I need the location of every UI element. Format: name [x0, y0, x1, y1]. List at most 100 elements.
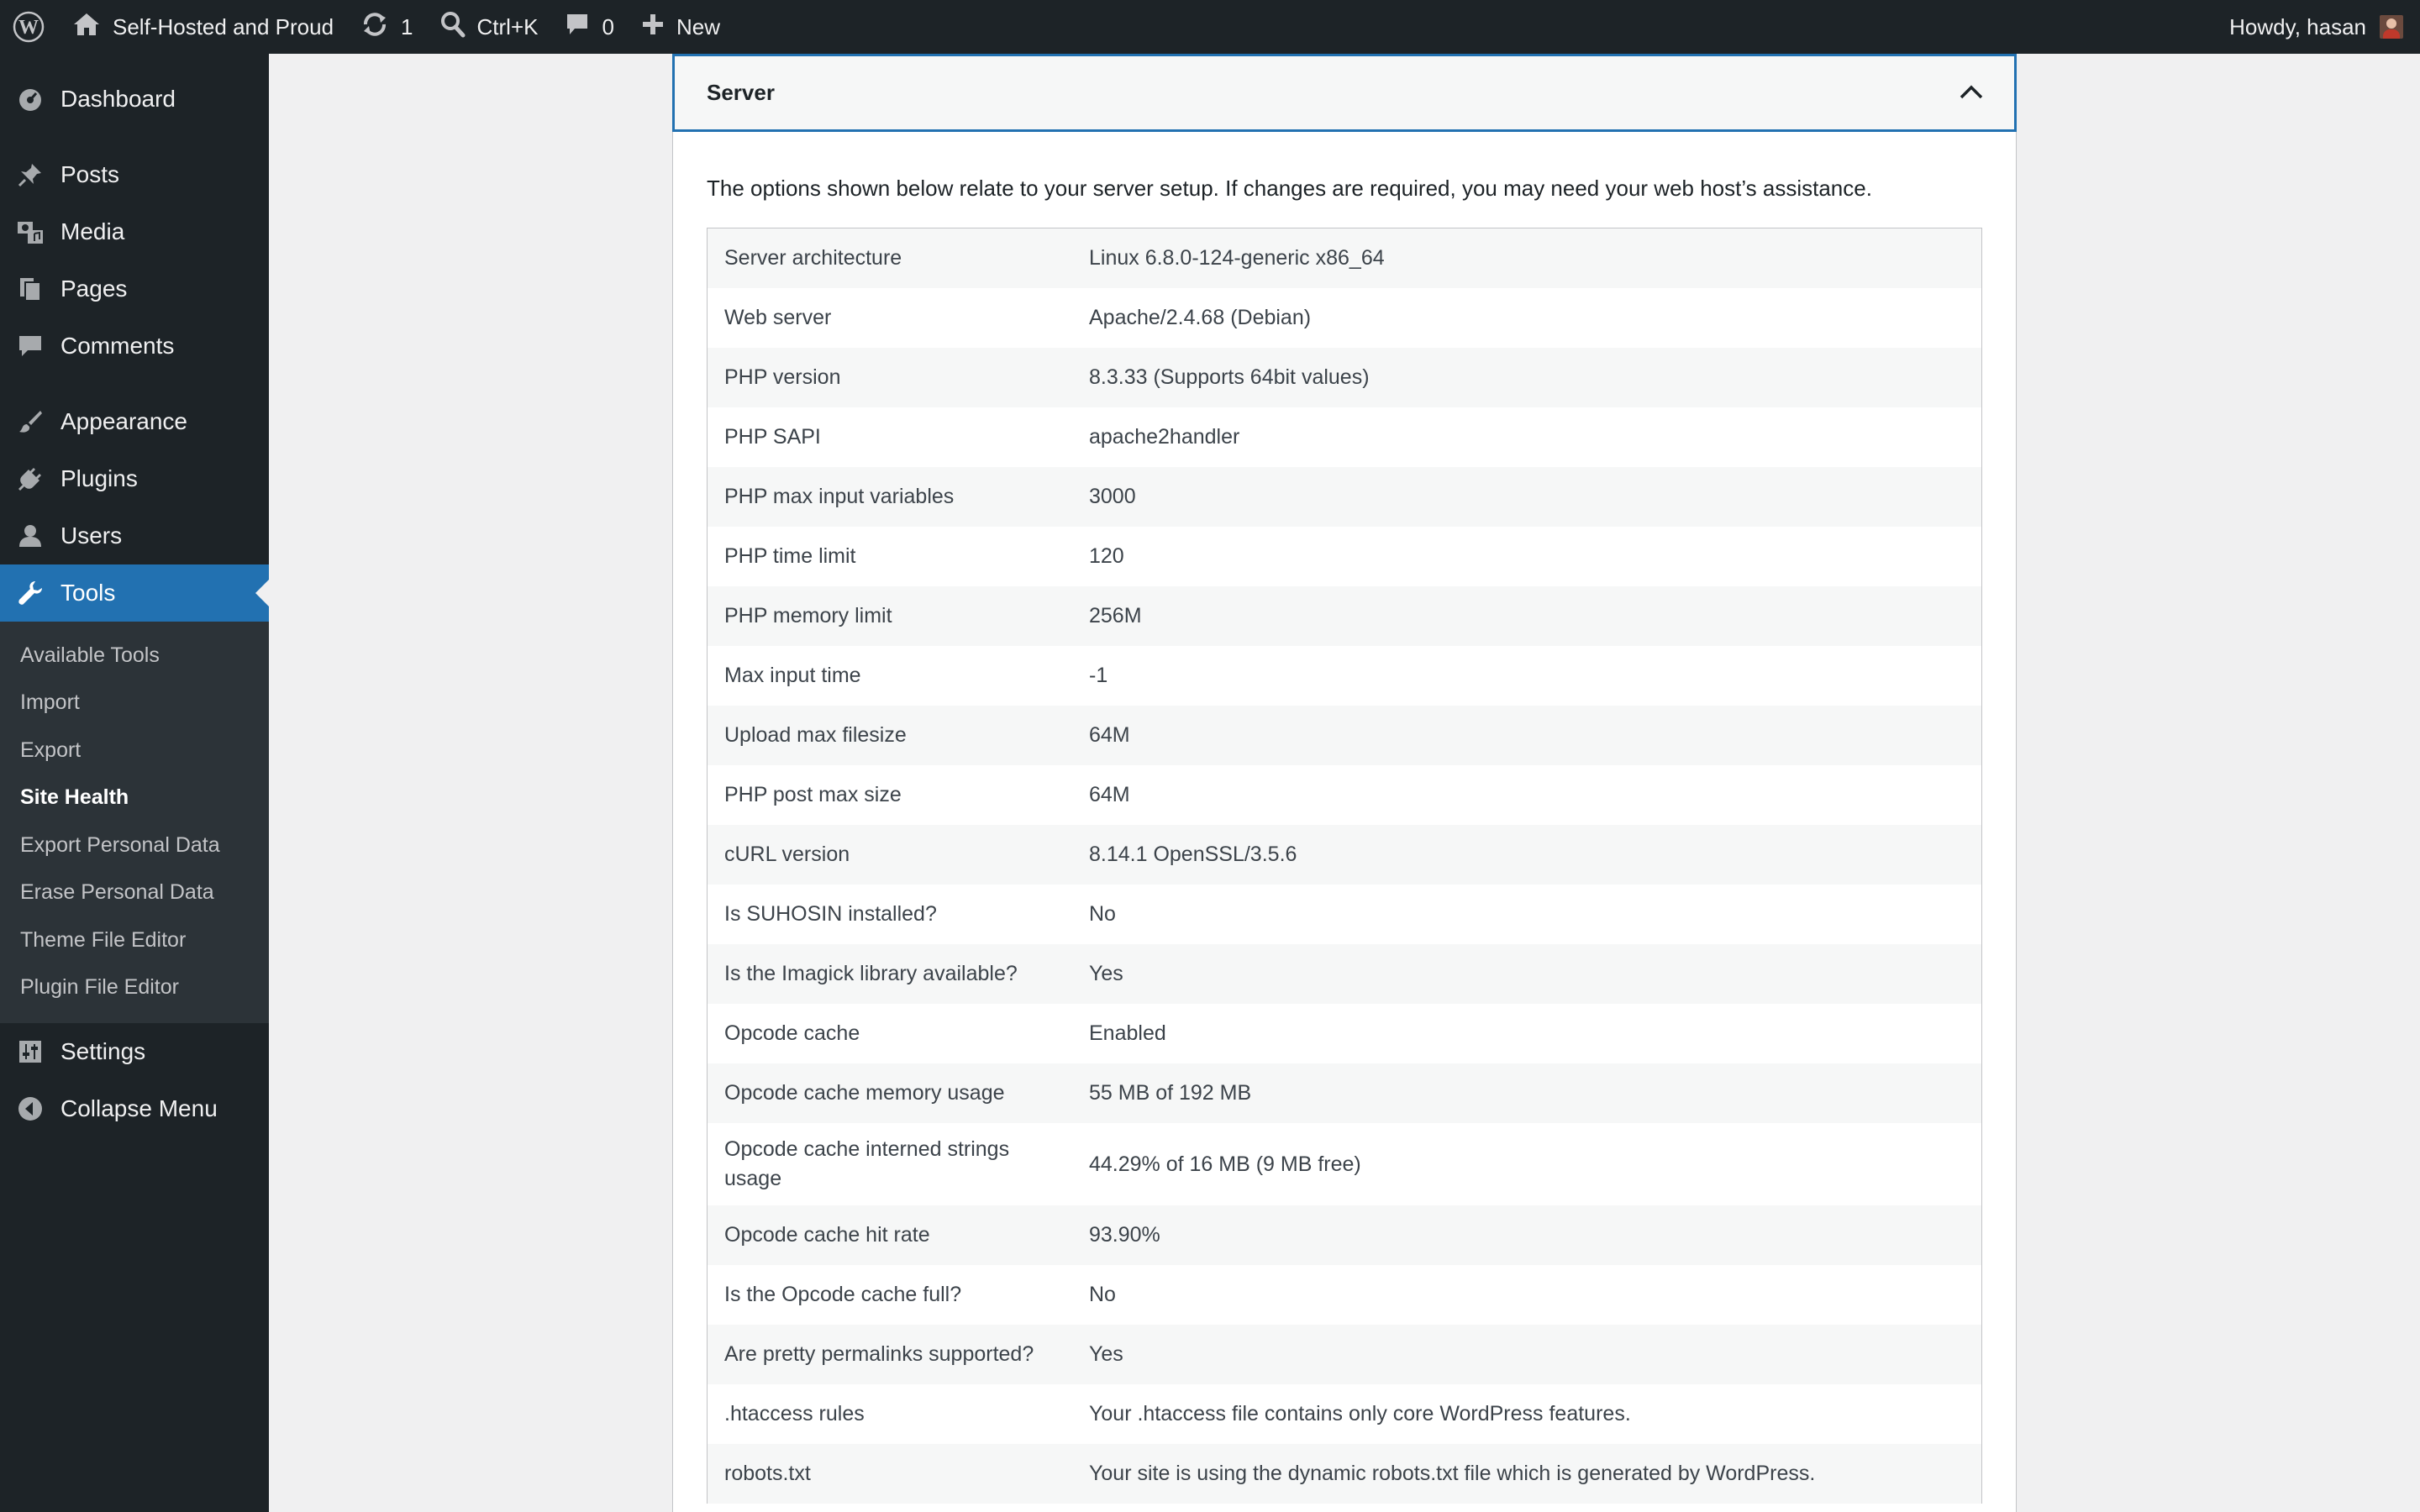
- menu-label-comments: Comments: [60, 333, 175, 359]
- table-row: cURL version 8.14.1 OpenSSL/3.5.6: [708, 825, 1981, 885]
- server-info-table: Server architecture Linux 6.8.0-124-gener…: [707, 228, 1982, 1504]
- row-label: Is the Opcode cache full?: [724, 1283, 962, 1306]
- row-label: PHP post max size: [724, 783, 902, 806]
- table-row: Upload max filesize 64M: [708, 706, 1981, 765]
- menu-label-dashboard: Dashboard: [60, 86, 176, 112]
- new-label: New: [676, 13, 720, 39]
- row-value: No: [1089, 1283, 1116, 1306]
- submenu-erase-personal-data[interactable]: Erase Personal Data: [0, 869, 269, 917]
- menu-label-pages: Pages: [60, 276, 128, 302]
- menu-item-appearance[interactable]: Appearance: [0, 393, 269, 450]
- table-row: Server architecture Linux 6.8.0-124-gener…: [708, 228, 1981, 288]
- row-label: robots.txt: [724, 1462, 811, 1485]
- submenu-export-personal-data[interactable]: Export Personal Data: [0, 822, 269, 869]
- row-label: Max input time: [724, 664, 861, 687]
- site-health-info-panel: Server The options shown below relate to…: [672, 54, 2285, 1512]
- row-label: PHP memory limit: [724, 604, 892, 627]
- menu-item-posts[interactable]: Posts: [0, 146, 269, 203]
- new-content-link[interactable]: New: [628, 0, 734, 54]
- submenu-export[interactable]: Export: [0, 727, 269, 774]
- row-value: Yes: [1089, 1342, 1123, 1366]
- menu-item-tools[interactable]: Tools: [0, 564, 269, 622]
- plug-icon: [15, 464, 45, 494]
- table-row: robots.txt Your site is using the dynamic…: [708, 1444, 1981, 1504]
- submenu-plugin-file-editor[interactable]: Plugin File Editor: [0, 964, 269, 1012]
- collapse-menu-button[interactable]: Collapse Menu: [0, 1080, 269, 1137]
- server-accordion-panel: The options shown below relate to your s…: [672, 132, 2017, 1512]
- row-label: PHP version: [724, 365, 841, 389]
- row-value: 44.29% of 16 MB (9 MB free): [1089, 1152, 1361, 1176]
- table-row: PHP post max size 64M: [708, 765, 1981, 825]
- row-value: Your site is using the dynamic robots.tx…: [1089, 1462, 1816, 1485]
- table-row: Web server Apache/2.4.68 (Debian): [708, 288, 1981, 348]
- row-label: PHP SAPI: [724, 425, 821, 449]
- menu-item-users[interactable]: Users: [0, 507, 269, 564]
- table-row: PHP version 8.3.33 (Supports 64bit values…: [708, 348, 1981, 407]
- row-value: 256M: [1089, 604, 1142, 627]
- row-label: cURL version: [724, 843, 850, 866]
- site-name-link[interactable]: Self-Hosted and Proud: [57, 0, 347, 54]
- row-value: 64M: [1089, 723, 1130, 747]
- row-value: 3000: [1089, 485, 1136, 508]
- chevron-up-icon: [1959, 80, 1984, 106]
- section-title: Server: [707, 80, 775, 105]
- my-account-link[interactable]: Howdy, hasan: [2229, 0, 2420, 54]
- menu-item-pages[interactable]: Pages: [0, 260, 269, 318]
- server-accordion-toggle[interactable]: Server: [672, 54, 2017, 132]
- row-value: Yes: [1089, 962, 1123, 985]
- plus-icon: [641, 13, 665, 42]
- main-content: Server The options shown below relate to…: [269, 54, 2420, 1512]
- table-row: Is SUHOSIN installed? No: [708, 885, 1981, 944]
- row-label: Upload max filesize: [724, 723, 907, 747]
- submenu-site-health[interactable]: Site Health: [0, 774, 269, 822]
- menu-label-posts: Posts: [60, 161, 120, 187]
- row-label: PHP time limit: [724, 544, 856, 568]
- comments-link[interactable]: 0: [551, 0, 627, 54]
- menu-item-settings[interactable]: Settings: [0, 1023, 269, 1080]
- row-value: 120: [1089, 544, 1124, 568]
- menu-label-settings: Settings: [60, 1038, 146, 1064]
- command-palette-link[interactable]: Ctrl+K: [427, 0, 552, 54]
- menu-label-users: Users: [60, 522, 123, 549]
- menu-item-comments[interactable]: Comments: [0, 318, 269, 375]
- media-camera-icon: [15, 217, 45, 247]
- menu-item-media[interactable]: Media: [0, 203, 269, 260]
- updates-count: 1: [401, 13, 413, 39]
- row-value: Enabled: [1089, 1021, 1166, 1045]
- wordpress-logo-icon[interactable]: W: [0, 0, 57, 54]
- comment-bubble-icon: [565, 11, 590, 44]
- row-label: .htaccess rules: [724, 1402, 865, 1425]
- row-value: Your .htaccess file contains only core W…: [1089, 1402, 1631, 1425]
- row-label: Server architecture: [724, 246, 902, 270]
- comments-count: 0: [602, 13, 614, 39]
- table-row: PHP memory limit 256M: [708, 586, 1981, 646]
- site-name: Self-Hosted and Proud: [113, 13, 334, 39]
- row-value: 55 MB of 192 MB: [1089, 1081, 1252, 1105]
- table-row: PHP time limit 120: [708, 527, 1981, 586]
- menu-label-tools: Tools: [60, 580, 116, 606]
- menu-label-collapse: Collapse Menu: [60, 1095, 218, 1121]
- collapse-arrow-icon: [15, 1094, 45, 1124]
- submenu-import[interactable]: Import: [0, 680, 269, 727]
- avatar: [2380, 15, 2403, 39]
- updates-link[interactable]: 1: [347, 0, 426, 54]
- submenu-available-tools[interactable]: Available Tools: [0, 632, 269, 680]
- submenu-theme-file-editor[interactable]: Theme File Editor: [0, 916, 269, 964]
- menu-item-dashboard[interactable]: Dashboard: [0, 71, 269, 128]
- tools-submenu: Available Tools Import Export Site Healt…: [0, 622, 269, 1023]
- row-value: Linux 6.8.0-124-generic x86_64: [1089, 246, 1385, 270]
- home-icon: [72, 11, 101, 44]
- svg-text:W: W: [18, 17, 39, 39]
- paintbrush-icon: [15, 407, 45, 437]
- row-label: Opcode cache interned strings usage: [724, 1137, 1010, 1190]
- admin-bar: W Self-Hosted and Proud 1 Ctrl+K 0 New H…: [0, 0, 2420, 54]
- table-row: Is the Imagick library available? Yes: [708, 944, 1981, 1004]
- row-label: Opcode cache hit rate: [724, 1223, 930, 1247]
- table-row: Are pretty permalinks supported? Yes: [708, 1325, 1981, 1384]
- table-row: Is the Opcode cache full? No: [708, 1265, 1981, 1325]
- table-row: PHP SAPI apache2handler: [708, 407, 1981, 467]
- pushpin-icon: [15, 160, 45, 190]
- menu-item-plugins[interactable]: Plugins: [0, 450, 269, 507]
- row-label: Is SUHOSIN installed?: [724, 902, 937, 926]
- search-icon: [440, 11, 466, 44]
